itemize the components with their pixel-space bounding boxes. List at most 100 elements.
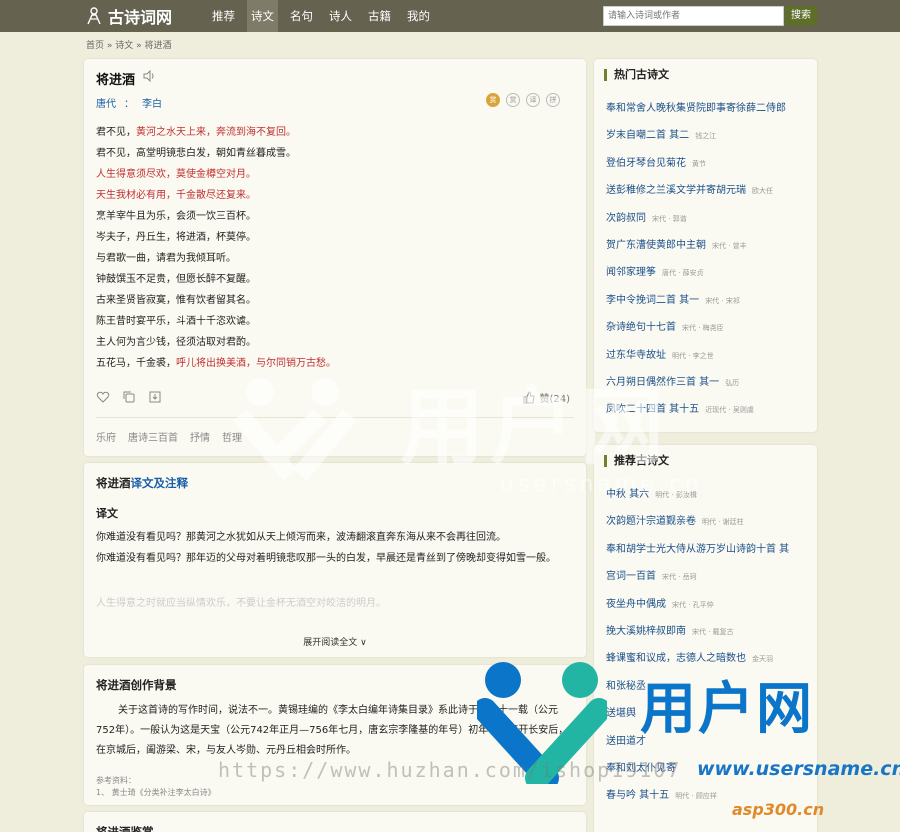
poem-line: 君不见，黄河之水天上来，奔流到海不复回。 <box>96 122 336 143</box>
sidebar-poem-title: 过东华寺故址 <box>606 349 666 361</box>
nav-classics[interactable]: 古籍 <box>364 0 395 32</box>
sidebar-poem-meta: 宋代 · 宋祁 <box>705 296 740 305</box>
top-navbar: 古诗词网 推荐 诗文 名句 诗人 古籍 我的 搜索 <box>0 0 900 32</box>
heart-icon[interactable] <box>96 390 110 404</box>
sidebar-poem-title: 送堪舆 <box>606 708 636 720</box>
sidebar-poem-item[interactable]: 送彭稚修之兰溪文学并寄胡元瑞 欧大任 <box>606 177 811 204</box>
sidebar-poem-title: 宫词一百首 <box>606 571 656 583</box>
sidebar-poem-meta: 宋代 · 孔平仲 <box>672 600 714 609</box>
tag-link[interactable]: 唐诗三百首 <box>128 429 178 444</box>
speaker-icon[interactable] <box>142 69 156 83</box>
download-icon[interactable] <box>148 390 162 404</box>
sidebar-poem-meta: 宋代 · 郭谐 <box>652 214 687 223</box>
appreciation-heading: 将进酒鉴赏 <box>96 825 154 832</box>
sidebar-poem-item[interactable]: 奉和胡学士光大侍从游万岁山诗韵十首 其 <box>606 536 811 563</box>
search-button[interactable]: 搜索 <box>785 6 817 26</box>
appreciate-alt-badge[interactable]: 赏 <box>506 93 520 107</box>
poem-line-text: 人生得意须尽欢，莫使金樽空对月。 <box>96 169 256 180</box>
reference-item[interactable]: 1、 黄士琦《分类补注李太白诗》 <box>96 787 216 799</box>
nav-quotes[interactable]: 名句 <box>286 0 317 32</box>
breadcrumb[interactable]: 首页 » 诗文 » 将进酒 <box>86 38 171 51</box>
poem-tools: 赏 赏 译 拼 <box>486 93 560 107</box>
nav-recommend[interactable]: 推荐 <box>208 0 239 32</box>
poem-line-text: 君不见， <box>96 127 136 138</box>
sidebar-poem-title: 夜坐舟中偶成 <box>606 598 666 610</box>
poem-line-text: 古来圣贤皆寂寞，惟有饮者留其名。 <box>96 295 256 306</box>
sidebar-poem-item[interactable]: 岁末自嘲二首 其二 钱之江 <box>606 122 811 149</box>
poem-line-text: 钟鼓馔玉不足贵，但愿长醉不复醒。 <box>96 274 256 285</box>
sidebar-poem-item[interactable]: 次韵题汁宗道觐亲卷 明代 · 谢廷柱 <box>606 508 811 535</box>
sidebar-poem-item[interactable]: 宫词一百首 宋代 · 岳珂 <box>606 563 811 590</box>
poem-author-line: 唐代 ： 李白 <box>96 95 170 110</box>
poem-line: 烹羊宰牛且为乐，会须一饮三百杯。 <box>96 206 336 227</box>
tag-link[interactable]: 乐府 <box>96 429 116 444</box>
sidebar-poem-meta: 唐代 · 薛安贞 <box>662 269 704 278</box>
watermark-logo-icon <box>233 378 357 480</box>
brand-url-secondary: asp300.cn <box>732 800 825 819</box>
background-heading: 将进酒创作背景 <box>96 678 177 692</box>
poem-tags: 乐府 唐诗三百首 抒情 哲理 <box>96 429 242 444</box>
sidebar-poem-meta: 明代 · 谢廷柱 <box>702 518 744 527</box>
sidebar-poem-meta: 黄节 <box>692 159 706 168</box>
translation-heading-suffix: 译文及注释 <box>130 476 189 490</box>
appreciate-badge[interactable]: 赏 <box>486 93 500 107</box>
huzhan-watermark: https://www.huzhan.com/ishop19107 <box>218 758 682 782</box>
poem-line-text: 黄河之水天上来，奔流到海不复回。 <box>136 127 296 138</box>
poem-line: 岑夫子，丹丘生，将进酒，杯莫停。 <box>96 227 336 248</box>
sidebar-poem-meta: 明代 · 李之世 <box>672 351 714 360</box>
sidebar-poem-title: 春与吟 其十五 <box>606 790 670 802</box>
poem-line-text: 天生我材必有用，千金散尽还复来。 <box>96 190 256 201</box>
search-input[interactable] <box>603 6 784 26</box>
sidebar-poem-item[interactable]: 夜坐舟中偶成 宋代 · 孔平仲 <box>606 591 811 618</box>
sidebar-poem-meta: 宋代 · 戴复古 <box>692 627 734 636</box>
poem-line-text: 五花马，千金裘， <box>96 358 176 369</box>
author-link[interactable]: 李白 <box>142 99 162 110</box>
brand-url: www.usersname.cn <box>697 758 900 780</box>
sidebar-poem-item[interactable]: 闻邻家理筝 唐代 · 薛安贞 <box>606 259 811 286</box>
sidebar-poem-meta: 钱之江 <box>695 132 717 141</box>
nav-poets[interactable]: 诗人 <box>325 0 356 32</box>
poem-line-text: 与君歌一曲，请君为我倾耳听。 <box>96 253 236 264</box>
sidebar-poem-title: 李中令挽词二首 其一 <box>606 294 700 306</box>
dynasty-link[interactable]: 唐代 <box>96 99 116 110</box>
site-logo[interactable]: 古诗词网 <box>84 5 172 27</box>
sidebar-poem-item[interactable]: 奉和常舍人晚秋集贤院即事寄徐薛二侍郎 <box>606 95 811 122</box>
sidebar-poem-item[interactable]: 次韵叔同 宋代 · 郭谐 <box>606 205 811 232</box>
sidebar-poem-item[interactable]: 挽大溪姚梓叔即南 宋代 · 戴复古 <box>606 618 811 645</box>
logo-text: 古诗词网 <box>108 8 173 27</box>
sidebar-poem-meta: 明代 · 顾应祥 <box>675 792 717 801</box>
sidebar-poem-title: 贺广东漕使黄郎中主朝 <box>606 239 706 251</box>
pinyin-badge[interactable]: 拼 <box>546 93 560 107</box>
sidebar-poem-item[interactable]: 贺广东漕使黄郎中主朝 宋代 · 曾丰 <box>606 232 811 259</box>
translation-text: 你难道没有看见吗？那黄河之水犹如从天上倾泻而来，波涛翻滚直奔东海从来不会再往回流… <box>96 527 574 569</box>
poem-line: 古来圣贤皆寂寞，惟有饮者留其名。 <box>96 290 336 311</box>
scholar-logo-icon <box>87 7 101 25</box>
poem-actions <box>96 390 162 404</box>
sidebar-poem-item[interactable]: 杂诗绝句十七首 宋代 · 梅尧臣 <box>606 314 811 341</box>
sidebar-poem-item[interactable]: 登伯牙琴台见菊花 黄节 <box>606 150 811 177</box>
brand-text: 用户网 <box>640 677 814 742</box>
nav-poems[interactable]: 诗文 <box>247 0 278 32</box>
tag-link[interactable]: 抒情 <box>190 429 210 444</box>
poem-body: 君不见，黄河之水天上来，奔流到海不复回。 君不见，高堂明镜悲白发，朝如青丝暮成雪。… <box>96 122 336 374</box>
sidebar-poem-title: 奉和胡学士光大侍从游万岁山诗韵十首 其 <box>606 543 790 555</box>
copy-icon[interactable] <box>122 390 136 404</box>
nav-mine[interactable]: 我的 <box>403 0 434 32</box>
sidebar-poem-title: 岁末自嘲二首 其二 <box>606 130 690 142</box>
sidebar-poem-title: 挽大溪姚梓叔即南 <box>606 625 686 637</box>
expand-more-link[interactable]: 展开阅读全文 ∨ <box>84 635 586 648</box>
poem-line-text: 呼儿将出换美酒，与尔同销万古愁。 <box>176 358 336 369</box>
sidebar-poem-meta: 宋代 · 岳珂 <box>662 573 697 582</box>
sidebar-poem-item[interactable]: 李中令挽词二首 其一 宋代 · 宋祁 <box>606 287 811 314</box>
sidebar-poem-title: 杂诗绝句十七首 <box>606 322 676 334</box>
poem-line: 君不见，高堂明镜悲白发，朝如青丝暮成雪。 <box>96 143 336 164</box>
appreciation-card: 将进酒鉴赏 <box>84 812 586 832</box>
translate-badge[interactable]: 译 <box>526 93 540 107</box>
watermark-text: 用户网 <box>400 378 671 476</box>
main-nav: 推荐 诗文 名句 诗人 古籍 我的 <box>208 0 442 32</box>
sidebar-poem-title: 闻邻家理筝 <box>606 267 656 279</box>
author-separator: ： <box>124 99 134 110</box>
sidebar-poem-meta: 近现代 · 吴则虞 <box>705 406 754 415</box>
sidebar-poem-meta: 宋代 · 曾丰 <box>712 241 747 250</box>
poem-line: 人生得意须尽欢，莫使金樽空对月。 <box>96 164 336 185</box>
